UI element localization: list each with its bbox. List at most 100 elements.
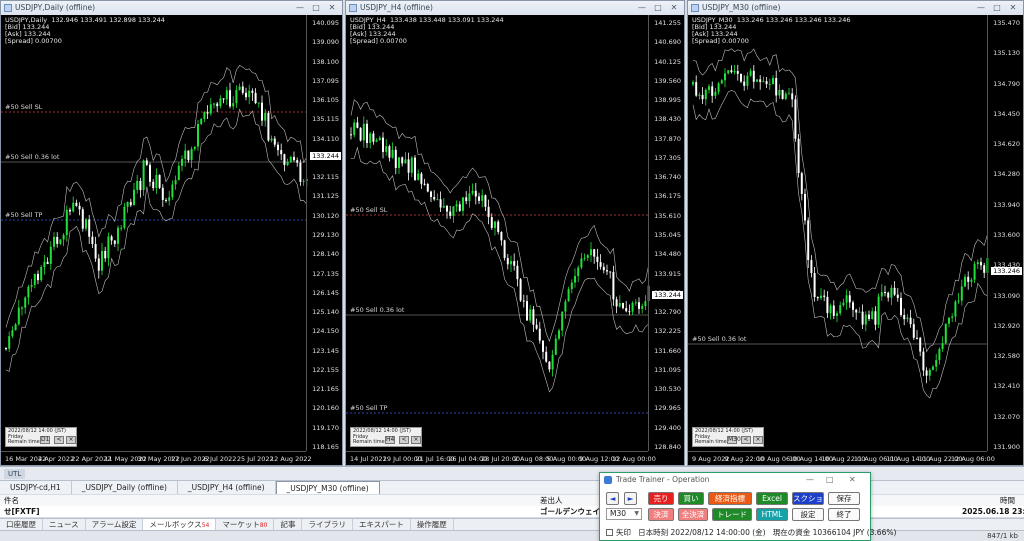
candle-body xyxy=(532,309,535,325)
mailbox-col-time[interactable]: 時間 xyxy=(1000,495,1015,506)
candle-body xyxy=(155,174,158,189)
candle-body xyxy=(516,265,519,280)
candle-body xyxy=(59,239,62,244)
arrow-checkbox[interactable] xyxy=(606,529,613,536)
candle-body xyxy=(235,89,238,104)
chart-plot-area[interactable]: USDJPY_M30 133.246 133.246 133.246 133.2… xyxy=(688,15,1023,465)
candle-body xyxy=(423,183,426,185)
candle-body xyxy=(46,261,49,264)
tab-usdjpy-h4[interactable]: _USDJPY_H4 (offline) xyxy=(178,481,276,494)
panel-close-icon[interactable]: × xyxy=(753,436,763,444)
panel-back-button[interactable]: < xyxy=(54,436,64,444)
time-scale[interactable]: 16 Mar 2022 4 Apr 2022 22 Apr 2022 11 May 2… xyxy=(1,451,312,465)
chart-window-h4[interactable]: USDJPY_H4 (offline) — □ ✕ USDJPY_H4 133.43… xyxy=(345,0,685,466)
time-tick-label: 14 Jul 2022 xyxy=(350,455,387,463)
candle-body xyxy=(928,369,931,376)
price-scale[interactable]: 135.470 135.130 134.790 134.450 134.620 134.2… xyxy=(987,15,1023,451)
candle-body xyxy=(187,150,190,161)
mailbox-col-subject[interactable]: 件名 xyxy=(4,495,19,506)
order-level-label: #50 Sell SL xyxy=(5,103,43,111)
minimize-icon[interactable]: — xyxy=(806,473,814,487)
maximize-icon[interactable]: □ xyxy=(650,1,666,15)
candle-body xyxy=(104,250,107,259)
panel-back-button[interactable]: < xyxy=(741,436,751,444)
minimize-icon[interactable]: — xyxy=(292,1,308,15)
candle-body xyxy=(436,199,439,201)
tab-account-history[interactable]: 口座履歴 xyxy=(0,519,43,530)
close-icon[interactable]: ✕ xyxy=(666,1,682,15)
chart-window-m30[interactable]: USDJPY_M30 (offline) — □ ✕ USDJPY_M30 133.… xyxy=(687,0,1024,466)
market-badge: 80 xyxy=(259,522,268,529)
candle-body xyxy=(433,196,436,200)
chart-window-daily[interactable]: USDJPY,Daily (offline) — □ ✕ USDJPY,Daily … xyxy=(0,0,343,466)
settle-all-button[interactable]: 全決済 xyxy=(678,508,708,521)
chart-plot-area[interactable]: USDJPY,Daily 132.946 133.491 132.898 133… xyxy=(1,15,342,465)
minimize-icon[interactable]: — xyxy=(634,1,650,15)
minimize-icon[interactable]: — xyxy=(973,1,989,15)
trainer-title-bar[interactable]: Trade Trainer - Operation — □ ✕ xyxy=(600,473,870,487)
candle-body xyxy=(848,295,851,303)
panel-back-button[interactable]: < xyxy=(399,436,409,444)
candle-body xyxy=(49,246,52,264)
tab-library[interactable]: ライブラリ xyxy=(302,519,353,530)
maximize-icon[interactable]: □ xyxy=(826,473,834,487)
candle-body xyxy=(471,190,474,194)
tab-mailbox[interactable]: メールボックス54 xyxy=(143,519,217,530)
quit-button[interactable]: 終了 xyxy=(828,508,860,521)
candle-body xyxy=(919,337,922,352)
candle-body xyxy=(634,302,637,304)
price-tick-label: 122.155 xyxy=(312,365,339,374)
buy-button[interactable]: 買い xyxy=(678,492,704,505)
candle-body xyxy=(695,82,698,96)
excel-button[interactable]: Excel xyxy=(756,492,788,505)
candle-body xyxy=(5,348,7,350)
price-scale[interactable]: 141.255 140.690 140.125 139.560 138.995 138.4… xyxy=(648,15,684,451)
chart-plot-area[interactable]: USDJPY_H4 133.438 133.448 133.091 133.24… xyxy=(346,15,684,465)
price-tick-label: 135.130 xyxy=(993,49,1020,58)
tab-market[interactable]: マーケット80 xyxy=(216,519,275,530)
chart-title-bar[interactable]: USDJPY,Daily (offline) — □ ✕ xyxy=(1,1,342,15)
replay-mini-panel: 2022/08/12 14:00 (JST) Friday Remain tim… xyxy=(350,427,422,447)
time-scale[interactable]: 9 Aug 2022 9 Aug 22:00 10 Aug 06:00 10 Aug … xyxy=(688,451,995,465)
price-tick-label: 127.135 xyxy=(312,269,339,278)
price-tick-label: 135.470 xyxy=(993,19,1020,27)
maximize-icon[interactable]: □ xyxy=(989,1,1005,15)
timeframe-select[interactable]: M30 ▼ xyxy=(606,508,642,520)
tab-articles[interactable]: 記事 xyxy=(274,519,303,530)
prev-bar-button[interactable]: ◄ xyxy=(606,492,619,505)
tab-usdjpy-daily[interactable]: _USDJPY_Daily (offline) xyxy=(72,481,178,494)
candle-body xyxy=(925,370,928,376)
screenshot-button[interactable]: スクショ xyxy=(792,492,824,505)
candle-body xyxy=(110,236,113,241)
panel-close-icon[interactable]: × xyxy=(411,436,421,444)
html-button[interactable]: HTML xyxy=(756,508,788,521)
price-scale[interactable]: 140.095 139.090 138.100 137.095 136.105 135.1… xyxy=(306,15,342,451)
tab-news[interactable]: ニュース xyxy=(43,519,86,530)
settle-button[interactable]: 決済 xyxy=(648,508,674,521)
tab-experts[interactable]: エキスパート xyxy=(353,519,411,530)
save-button[interactable]: 保存 xyxy=(828,492,860,505)
chart-title-bar[interactable]: USDJPY_M30 (offline) — □ ✕ xyxy=(688,1,1023,15)
close-icon[interactable]: ✕ xyxy=(1005,1,1021,15)
tab-usdjpy-m30[interactable]: _USDJPY_M30 (offline) xyxy=(275,481,380,494)
tab-usdjpy-cd-h1[interactable]: USDJPY-cd,H1 xyxy=(0,481,72,494)
close-icon[interactable]: ✕ xyxy=(849,473,856,487)
minimized-window-label[interactable]: UTL xyxy=(4,469,26,479)
time-scale[interactable]: 14 Jul 2022 19 Jul 00:00 21 Jul 16:00 26 Ju… xyxy=(346,451,656,465)
close-icon[interactable]: ✕ xyxy=(324,1,340,15)
sell-button[interactable]: 売り xyxy=(648,492,674,505)
tab-alerts[interactable]: アラーム設定 xyxy=(86,519,144,530)
next-bar-button[interactable]: ► xyxy=(624,492,637,505)
mailbox-col-sender[interactable]: 差出人 xyxy=(540,495,563,506)
tab-journal[interactable]: 操作履歴 xyxy=(411,519,454,530)
maximize-icon[interactable]: □ xyxy=(308,1,324,15)
candle-body xyxy=(369,133,372,143)
panel-close-icon[interactable]: × xyxy=(66,436,76,444)
trade-trainer-window[interactable]: Trade Trainer - Operation — □ ✕ ◄ ► 売り 買… xyxy=(599,472,896,541)
trade-button[interactable]: トレード xyxy=(712,508,752,521)
economic-indicator-button[interactable]: 経済指標 xyxy=(708,492,752,505)
candle-body xyxy=(280,150,283,155)
chart-title: USDJPY,Daily (offline) xyxy=(15,3,96,12)
chart-title-bar[interactable]: USDJPY_H4 (offline) — □ ✕ xyxy=(346,1,684,15)
settings-button[interactable]: 設定 xyxy=(792,508,824,521)
